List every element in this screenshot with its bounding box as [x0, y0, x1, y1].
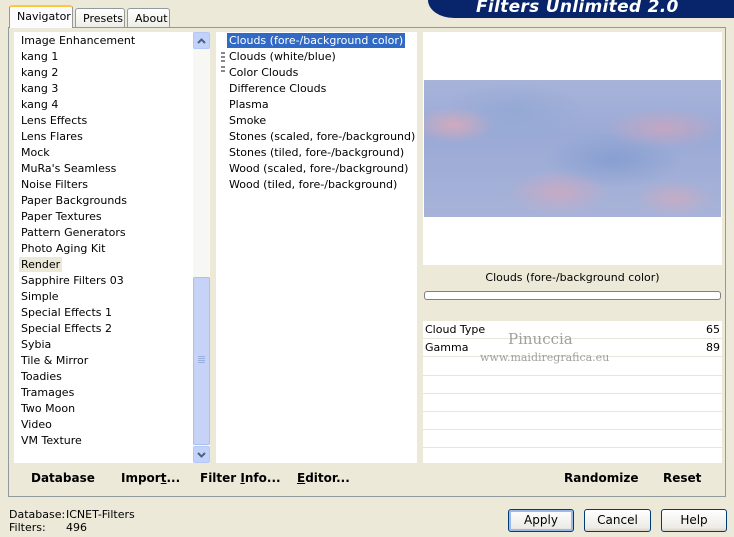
apply-button[interactable]: Apply	[508, 509, 574, 532]
app-title-banner: Filters Unlimited 2.0	[428, 0, 734, 18]
filter-item[interactable]: Clouds (fore-/background color)	[225, 32, 407, 49]
chevron-down-icon	[197, 451, 206, 458]
category-item[interactable]: Noise Filters	[19, 177, 90, 192]
category-item[interactable]: Render	[19, 257, 63, 272]
database-value: ICNET-Filters	[66, 508, 135, 521]
cancel-button[interactable]: Cancel	[584, 509, 651, 532]
filter-item[interactable]: Stones (scaled, fore-/background)	[227, 129, 417, 144]
filter-info-button[interactable]: Filter Info...	[200, 471, 281, 485]
category-item[interactable]: Video	[19, 417, 54, 432]
category-item[interactable]: Sybia	[19, 337, 53, 352]
tab-presets[interactable]: Presets	[75, 8, 125, 28]
category-item[interactable]: Photo Aging Kit	[19, 241, 107, 256]
import-button[interactable]: Import...	[121, 471, 180, 485]
tab-about[interactable]: About	[127, 8, 170, 28]
scroll-down-button[interactable]	[193, 446, 210, 463]
randomize-button[interactable]: Randomize	[564, 471, 638, 485]
category-item[interactable]: Lens Effects	[19, 113, 89, 128]
category-item[interactable]: kang 2	[19, 65, 60, 80]
category-item[interactable]: Paper Textures	[19, 209, 104, 224]
category-item[interactable]: Special Effects 2	[19, 321, 114, 336]
category-item[interactable]: Lens Flares	[19, 129, 85, 144]
filter-item[interactable]: Clouds (white/blue)	[227, 49, 338, 64]
category-item[interactable]: Special Effects 1	[19, 305, 114, 320]
filters-count-value: 496	[66, 521, 87, 534]
help-button[interactable]: Help	[661, 509, 727, 532]
chevron-up-icon	[197, 37, 206, 44]
category-item[interactable]: Sapphire Filters 03	[19, 273, 126, 288]
filter-item[interactable]: Wood (tiled, fore-/background)	[227, 177, 399, 192]
category-item[interactable]: VM Texture	[19, 433, 84, 448]
category-item[interactable]: Image Enhancement	[19, 33, 137, 48]
param-label: Gamma	[425, 341, 469, 354]
reset-button[interactable]: Reset	[663, 471, 701, 485]
editor-button[interactable]: Editor...	[297, 471, 350, 485]
filters-count-label: Filters:	[9, 521, 46, 534]
filter-item[interactable]: Plasma	[227, 97, 271, 112]
progress-bar	[424, 291, 721, 300]
category-item[interactable]: Simple	[19, 289, 61, 304]
param-value: 65	[706, 323, 720, 336]
param-value: 89	[706, 341, 720, 354]
watermark-url: www.maidiregrafica.eu	[480, 351, 610, 364]
filter-item[interactable]: Color Clouds	[227, 65, 300, 80]
category-item[interactable]: Pattern Generators	[19, 225, 128, 240]
category-item[interactable]: Paper Backgrounds	[19, 193, 129, 208]
category-item[interactable]: Tramages	[19, 385, 76, 400]
category-item[interactable]: Toadies	[19, 369, 64, 384]
tab-navigator[interactable]: Navigator	[9, 5, 73, 28]
filter-list[interactable]: Clouds (fore-/background color) Clouds (w…	[216, 32, 417, 463]
category-item[interactable]: kang 3	[19, 81, 60, 96]
param-label: Cloud Type	[425, 323, 486, 336]
category-list[interactable]: Image Enhancement kang 1 kang 2 kang 3 kang …	[14, 32, 193, 463]
category-item[interactable]: Tile & Mirror	[19, 353, 90, 368]
scroll-up-button[interactable]	[193, 32, 210, 49]
watermark-name: Pinuccia	[508, 330, 573, 348]
category-item[interactable]: MuRa's Seamless	[19, 161, 118, 176]
category-item[interactable]: kang 1	[19, 49, 60, 64]
database-button[interactable]: Database	[31, 471, 95, 485]
drag-grip-icon	[221, 52, 225, 78]
filter-item[interactable]: Smoke	[227, 113, 268, 128]
scroll-thumb[interactable]	[193, 277, 210, 445]
filter-item[interactable]: Wood (scaled, fore-/background)	[227, 161, 410, 176]
category-item[interactable]: Two Moon	[19, 401, 77, 416]
filter-item[interactable]: Stones (tiled, fore-/background)	[227, 145, 406, 160]
preview-filter-name: Clouds (fore-/background color)	[485, 271, 660, 284]
database-label: Database:	[9, 508, 66, 521]
category-item[interactable]: kang 4	[19, 97, 60, 112]
category-item[interactable]: Mock	[19, 145, 52, 160]
filter-item[interactable]: Difference Clouds	[227, 81, 328, 96]
preview-image	[424, 80, 721, 217]
category-scrollbar[interactable]	[193, 32, 210, 463]
